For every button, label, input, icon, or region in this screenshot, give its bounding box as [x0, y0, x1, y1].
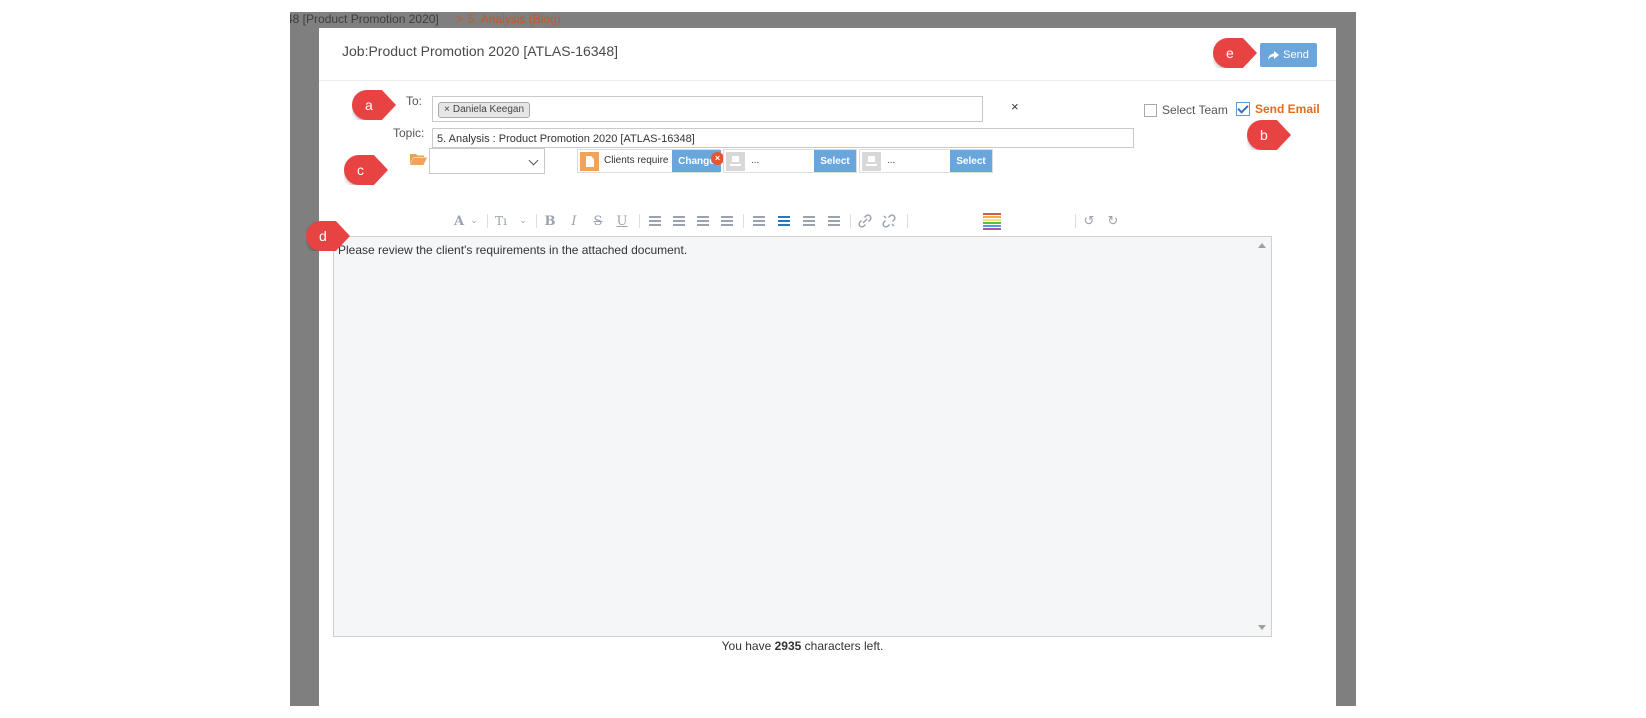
editor-toolbar: A ⌄ Tı ⌄ B I S U ↺ ↻: [319, 210, 1336, 232]
numbered-list-icon[interactable]: [672, 210, 686, 232]
font-family-button[interactable]: A: [452, 210, 466, 232]
scroll-up-icon[interactable]: [1258, 243, 1266, 248]
unlink-icon[interactable]: [881, 210, 897, 232]
editor-scrollbar[interactable]: [1254, 237, 1271, 636]
indent-icon[interactable]: [720, 210, 734, 232]
link-icon[interactable]: [857, 210, 873, 232]
share-arrow-icon: [1268, 50, 1280, 60]
select-attachment-button[interactable]: Select: [950, 150, 992, 172]
chevron-down-icon: [528, 155, 539, 166]
message-body[interactable]: Please review the client's requirements …: [338, 243, 687, 257]
upload-icon: [862, 152, 881, 171]
job-title: Job:Product Promotion 2020 [ATLAS-16348]: [342, 43, 619, 59]
clear-recipients-icon[interactable]: ×: [1011, 99, 1019, 114]
message-modal: Job:Product Promotion 2020 [ATLAS-16348]…: [319, 28, 1336, 706]
select-team-checkbox[interactable]: [1144, 103, 1157, 117]
topic-label: Topic:: [393, 126, 425, 140]
folder-open-icon[interactable]: [410, 153, 427, 165]
select-attachment-button[interactable]: Select: [814, 150, 856, 172]
chevron-down-icon[interactable]: ⌄: [469, 210, 479, 232]
send-email-option[interactable]: Send Email: [1236, 102, 1320, 116]
bullet-list-icon[interactable]: [648, 210, 662, 232]
attachment-file-name: Clients require: [604, 155, 669, 166]
chevron-down-icon[interactable]: ⌄: [518, 210, 528, 232]
align-right-icon[interactable]: [802, 210, 816, 232]
font-size-button[interactable]: Tı: [492, 210, 510, 232]
align-justify-icon[interactable]: [827, 210, 841, 232]
counter-value: 2935: [774, 639, 802, 653]
attachment-slot-text: ...: [751, 155, 760, 166]
attachment-slot-text: ...: [887, 155, 896, 166]
characters-left-counter: You have 2935 characters left.: [319, 639, 1286, 653]
counter-suffix: characters left.: [801, 639, 884, 653]
undo-icon[interactable]: ↺: [1082, 210, 1096, 232]
tag-remove-icon[interactable]: ×: [444, 103, 450, 117]
text-color-icon[interactable]: [982, 210, 1002, 232]
select-team-label: Select Team: [1162, 103, 1228, 117]
send-button[interactable]: Send: [1260, 43, 1317, 67]
breadcrumb-parent: 48 [Product Promotion 2020]: [290, 12, 439, 26]
breadcrumb-current: 5. Analysis (Blog): [468, 12, 561, 26]
send-email-checkbox[interactable]: [1236, 102, 1250, 116]
underline-button[interactable]: U: [615, 210, 629, 232]
align-left-icon[interactable]: [752, 210, 766, 232]
message-editor[interactable]: Please review the client's requirements …: [333, 236, 1272, 637]
folder-select[interactable]: [429, 148, 545, 174]
counter-prefix: You have: [721, 639, 775, 653]
bold-button[interactable]: B: [543, 210, 557, 232]
strikethrough-button[interactable]: S: [591, 210, 605, 232]
attachment-slot-1: ... Select: [723, 149, 857, 173]
align-center-icon[interactable]: [777, 210, 791, 232]
send-email-label: Send Email: [1255, 102, 1320, 116]
attachment-file: Clients require Change: [577, 149, 721, 173]
upload-icon: [726, 152, 745, 171]
send-button-label: Send: [1283, 49, 1309, 61]
modal-header: Job:Product Promotion 2020 [ATLAS-16348]…: [319, 28, 1336, 81]
topic-input[interactable]: 5. Analysis : Product Promotion 2020 [AT…: [432, 128, 1134, 148]
select-team-option[interactable]: Select Team: [1144, 103, 1228, 117]
redo-icon[interactable]: ↻: [1106, 210, 1120, 232]
to-input[interactable]: × Daniela Keegan: [432, 96, 983, 122]
attachment-slot-2: ... Select: [859, 149, 993, 173]
recipient-name: Daniela Keegan: [452, 104, 525, 115]
to-label: To:: [406, 94, 423, 108]
scroll-down-icon[interactable]: [1258, 625, 1266, 630]
italic-button[interactable]: I: [567, 210, 581, 232]
breadcrumb-separator: >: [456, 12, 464, 26]
recipient-tag: × Daniela Keegan: [438, 102, 531, 118]
outdent-icon[interactable]: [696, 210, 710, 232]
document-icon: [580, 152, 599, 171]
